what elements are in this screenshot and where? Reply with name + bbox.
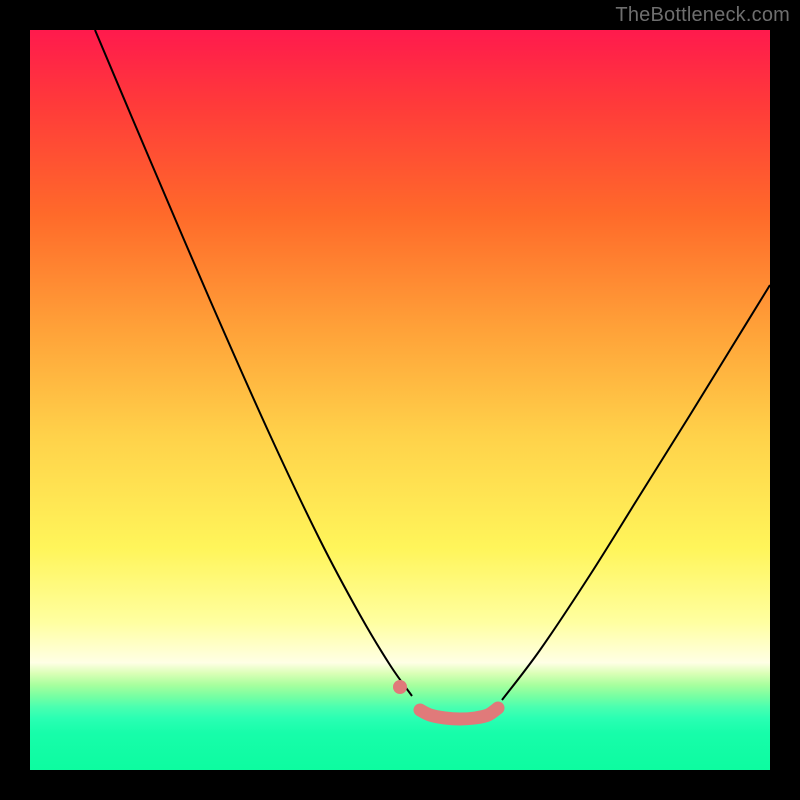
bottom-segment — [420, 708, 498, 719]
chart-frame: TheBottleneck.com — [0, 0, 800, 800]
chart-svg — [30, 30, 770, 770]
watermark-text: TheBottleneck.com — [615, 4, 790, 27]
right-curve — [502, 285, 770, 700]
plot-area — [30, 30, 770, 770]
left-curve — [95, 30, 412, 696]
left-dot — [393, 680, 407, 694]
